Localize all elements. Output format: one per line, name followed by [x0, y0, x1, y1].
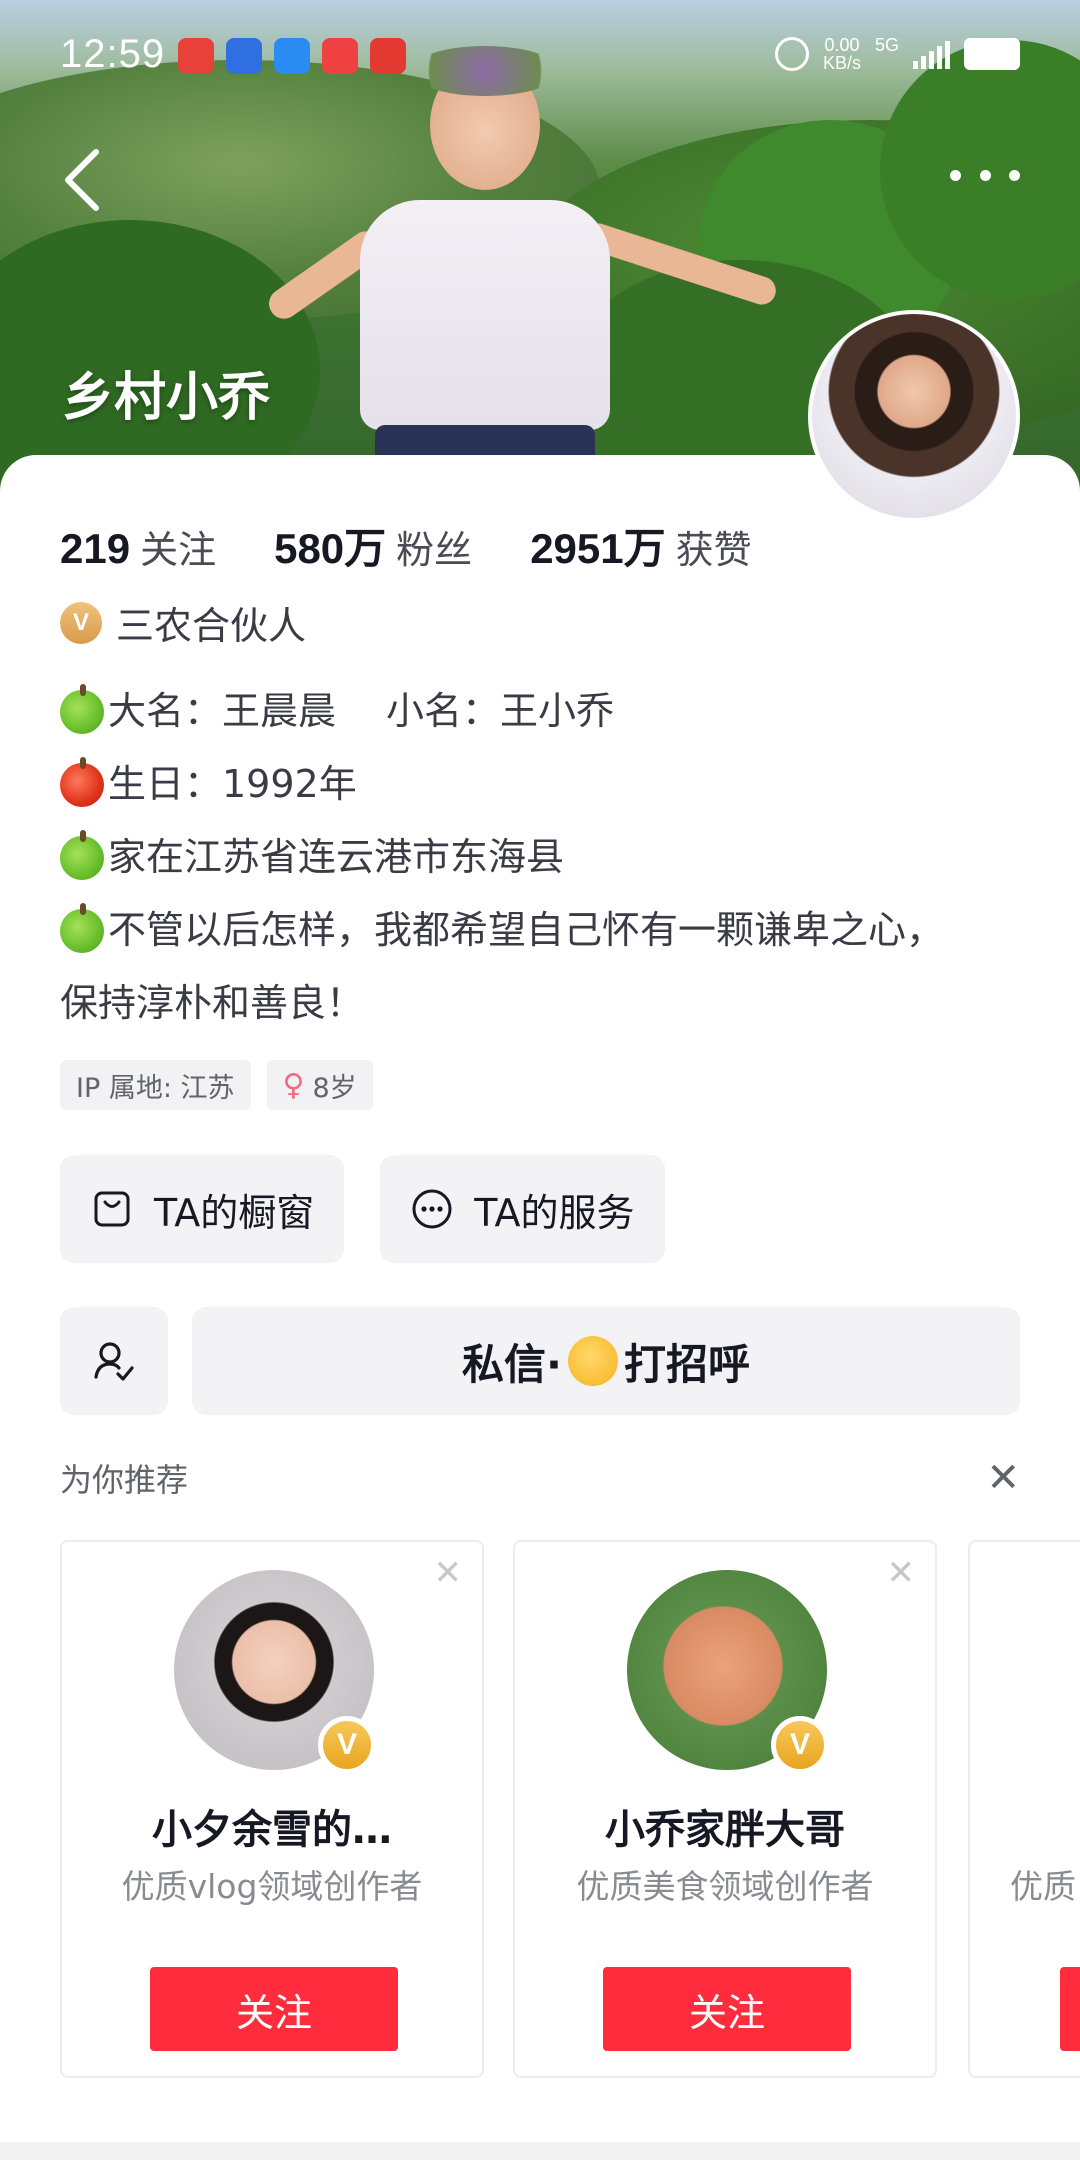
verified-title: 三农合伙人	[116, 604, 307, 648]
bio-line-motto-cont: 保持淳朴和善良！	[60, 981, 365, 1025]
profile-avatar[interactable]	[808, 310, 1020, 522]
baidu-app-icon	[226, 38, 262, 74]
greeting-emoji-icon	[567, 1336, 618, 1386]
bio-line-home: 家在江苏省连云港市东海县	[60, 821, 1040, 894]
green-apple-icon	[60, 829, 104, 880]
message-row: 私信· 打招呼	[60, 1307, 1020, 1415]
shop-row: TA的橱窗 TA的服务	[60, 1155, 665, 1263]
green-apple-icon	[60, 902, 104, 953]
card-close-icon[interactable]: ✕	[887, 1556, 916, 1590]
recommend-header: 为你推荐 ✕	[60, 1455, 1020, 1501]
showcase-button[interactable]: TA的橱窗	[60, 1155, 345, 1263]
status-bar: 12:59 0.00 KB/s 5G	[0, 0, 1080, 110]
recommend-close-icon[interactable]: ✕	[986, 1458, 1020, 1498]
card-desc: 优质美食领域创作者	[576, 1867, 874, 1906]
bottom-strip	[0, 2142, 1080, 2160]
profile-stats: 219 关注 580万 粉丝 2951万 获赞	[60, 515, 752, 576]
toutiao-app-icon	[322, 38, 358, 74]
chevron-left-icon	[65, 149, 99, 211]
network-type: 5G	[874, 35, 899, 55]
follow-button[interactable]	[1060, 1967, 1080, 2051]
profile-tags: IP 属地: 江苏 ♀ 8岁	[60, 1060, 373, 1110]
bio-line-motto: 不管以后怎样，我都希望自己怀有一颗谦卑之心，	[60, 894, 1040, 967]
profile-sheet: 219 关注 580万 粉丝 2951万 获赞 V 三农合伙人 大名：王晨晨 小名…	[0, 455, 1080, 2160]
ellipsis-circle-icon	[412, 1189, 452, 1229]
net-speed: 0.00 KB/s	[822, 35, 861, 73]
douyin-app-icon	[178, 38, 214, 74]
recommend-card[interactable]: ✕ V 小夕余雪的… 优质vlog领域创作者 关注	[60, 1540, 484, 2078]
battery-icon	[964, 38, 1020, 70]
recommend-card[interactable]: ✕ V 小乔家胖大哥 优质美食领域创作者 关注	[513, 1540, 937, 2078]
verified-badge-icon: V	[771, 1716, 829, 1774]
follow-button[interactable]: 关注	[150, 1967, 398, 2051]
shopping-bag-icon	[94, 1191, 130, 1227]
recommend-card[interactable]: 优质	[968, 1540, 1080, 2078]
avatar[interactable]: V	[627, 1570, 829, 1774]
avatar[interactable]: V	[174, 1570, 376, 1774]
follow-user-button[interactable]	[60, 1307, 168, 1415]
card-desc: 优质	[1010, 1867, 1076, 1906]
age-tag: ♀ 8岁	[266, 1060, 373, 1110]
stat-followers[interactable]: 580万 粉丝	[274, 515, 472, 576]
more-horizontal-icon	[950, 169, 961, 181]
profile-name: 乡村小乔	[62, 368, 271, 428]
news-app-icon	[370, 38, 406, 74]
bio-line-birthday: 生日：1992年	[60, 748, 1040, 821]
browser-app-icon	[274, 38, 310, 74]
services-button[interactable]: TA的服务	[380, 1155, 665, 1263]
recommend-title: 为你推荐	[60, 1461, 189, 1499]
notification-app-icons	[178, 38, 406, 74]
female-icon: ♀	[282, 1067, 305, 1103]
bio-line-names: 大名：王晨晨 小名：王小乔	[60, 675, 1040, 748]
stat-likes[interactable]: 2951万 获赞	[530, 515, 751, 576]
red-apple-icon	[60, 756, 104, 807]
card-name: 小乔家胖大哥	[605, 1807, 845, 1853]
stat-following[interactable]: 219 关注	[60, 519, 216, 574]
ip-location-tag: IP 属地: 江苏	[60, 1060, 251, 1110]
back-button[interactable]	[56, 140, 116, 220]
card-close-icon[interactable]: ✕	[434, 1556, 463, 1590]
signal-icon	[913, 39, 950, 69]
verified-badge-icon: V	[318, 1716, 376, 1774]
recommend-cards: ✕ V 小夕余雪的… 优质vlog领域创作者 关注 ✕ V 小乔家胖大哥 优质美…	[60, 1540, 1080, 2080]
verified-row: V 三农合伙人	[60, 595, 306, 650]
message-button[interactable]: 私信· 打招呼	[192, 1307, 1020, 1415]
more-button[interactable]	[950, 160, 1020, 190]
card-desc: 优质vlog领域创作者	[121, 1867, 423, 1906]
card-name: 小夕余雪的…	[152, 1807, 392, 1853]
verified-badge-icon: V	[60, 601, 102, 644]
profile-bio: 大名：王晨晨 小名：王小乔 生日：1992年 家在江苏省连云港市东海县 不管以后怎…	[60, 675, 1040, 1040]
follow-button[interactable]: 关注	[603, 1967, 851, 2051]
alarm-icon	[774, 37, 809, 71]
status-time: 12:59	[60, 32, 166, 76]
green-apple-icon	[60, 683, 104, 734]
user-add-icon	[94, 1342, 134, 1381]
